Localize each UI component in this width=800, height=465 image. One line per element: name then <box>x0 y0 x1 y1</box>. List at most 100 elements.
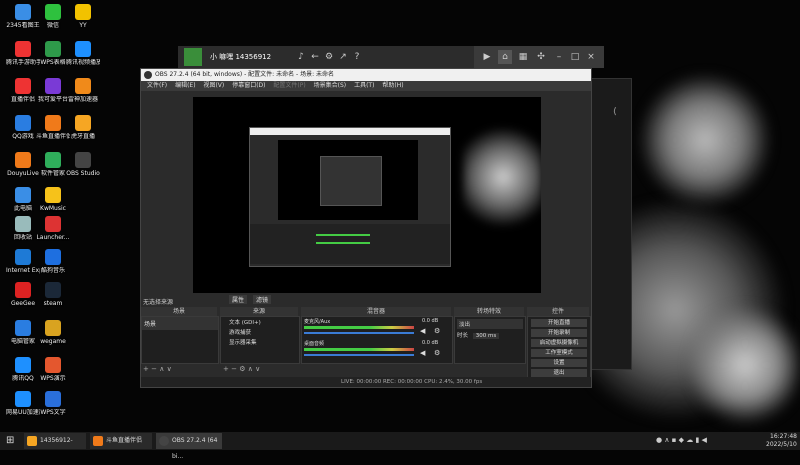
share-icon[interactable]: ↗ <box>336 50 350 64</box>
desktop-icon[interactable]: YY <box>66 4 100 29</box>
avatar[interactable] <box>184 48 202 66</box>
remove-icon[interactable]: − <box>231 365 237 373</box>
desktop-icon[interactable]: 软件管家 <box>36 152 70 177</box>
app-icon <box>15 249 31 265</box>
app-icon <box>45 78 61 94</box>
source-item[interactable]: 游戏捕获 <box>221 327 299 337</box>
desktop-icon[interactable]: 腾讯QQ <box>6 357 40 382</box>
remove-icon[interactable]: − <box>151 365 157 373</box>
menu-scene-collection[interactable]: 场景集合(S) <box>314 82 347 89</box>
taskbar-item[interactable]: 斗鱼直播伴侣 <box>90 433 152 449</box>
desktop-icon[interactable]: Internet Explorer <box>6 249 40 274</box>
desktop-icon[interactable]: 网易UU加速器 <box>6 391 40 416</box>
taskbar-item[interactable]: OBS 27.2.4 (64 bi... <box>156 433 222 460</box>
menu-tools[interactable]: 工具(T) <box>354 82 374 89</box>
menu-edit[interactable]: 编辑(E) <box>175 82 195 89</box>
obs-title: OBS 27.2.4 (64 bit, windows) - 配置文件: 未命名… <box>155 71 335 78</box>
duration-input[interactable]: 300 ms <box>472 333 500 339</box>
desktop-icon[interactable]: 此电脑 <box>6 187 40 212</box>
tray-icons[interactable]: ● ∧ ▪ ◆ ☁ ▮ ◀ <box>656 436 707 444</box>
settings-button[interactable]: 设置 <box>531 359 587 367</box>
sources-panel: 文本 (GDI+) 游戏捕获 显示器采集 <box>220 316 300 364</box>
desktop-icon[interactable]: 腾讯手游助手 <box>6 41 40 66</box>
menu-profile[interactable]: 配置文件(P) <box>273 82 305 89</box>
down-icon[interactable]: ∨ <box>255 365 260 373</box>
desktop-icon[interactable]: OBS Studio <box>66 152 100 177</box>
source-item[interactable]: 显示器采集 <box>221 337 299 347</box>
desktop-icon[interactable]: 雷神加速器 <box>66 78 100 103</box>
speaker-icon[interactable]: ◀ <box>420 349 425 357</box>
scene-item[interactable]: 场景 <box>142 317 218 330</box>
desktop-icon-label: wegame <box>40 338 66 345</box>
gear-icon[interactable]: ⚙ <box>434 349 440 357</box>
restore-icon[interactable]: □ <box>568 50 582 64</box>
menu-docks[interactable]: 停靠窗口(D) <box>232 82 265 89</box>
down-icon[interactable]: ∨ <box>167 365 172 373</box>
studio-mode-button[interactable]: 工作室模式 <box>531 349 587 357</box>
share-icon[interactable]: ⟨ <box>613 107 617 117</box>
add-icon[interactable]: + <box>223 365 229 373</box>
desktop-icon[interactable]: GeeGee <box>6 282 40 307</box>
desktop-icon[interactable]: WPS表格 <box>36 41 70 66</box>
home-icon[interactable]: ⌂ <box>498 50 512 64</box>
desktop-icon-label: 我可爱平台 <box>37 96 68 103</box>
start-streaming-button[interactable]: 开始直播 <box>531 319 587 327</box>
speaker-icon[interactable]: ◀ <box>420 327 425 335</box>
settings-icon[interactable]: ⚙ <box>322 50 336 64</box>
desktop-icon[interactable]: steam <box>36 282 70 307</box>
desktop-icon[interactable]: 斗鱼直播伴侣 <box>36 115 70 140</box>
obs-preview[interactable] <box>193 97 541 293</box>
desktop-icon[interactable]: 直播伴侣 <box>6 78 40 103</box>
up-icon[interactable]: ∧ <box>159 365 164 373</box>
desktop-icon-label: GeeGee <box>10 300 36 307</box>
music-icon[interactable]: ♪ <box>294 50 308 64</box>
gear-icon[interactable]: ⚙ <box>434 327 440 335</box>
properties-button[interactable]: 属性 <box>229 295 248 304</box>
exit-button[interactable]: 退出 <box>531 369 587 377</box>
play-icon[interactable]: ▶ <box>480 50 494 64</box>
clock-date[interactable]: 2022/5/10 <box>766 441 797 448</box>
menu-file[interactable]: 文件(F) <box>147 82 167 89</box>
desktop-icon[interactable]: 虎牙直播 <box>66 115 100 140</box>
desktop-icon[interactable]: 我可爱平台 <box>36 78 70 103</box>
menu-view[interactable]: 视图(V) <box>203 82 224 89</box>
desktop-icon[interactable]: WPS演示 <box>36 357 70 382</box>
desktop-icon-label: YY <box>79 22 87 29</box>
add-icon[interactable]: + <box>143 365 149 373</box>
start-recording-button[interactable]: 开始录制 <box>531 329 587 337</box>
gear-icon[interactable]: ⚙ <box>239 365 245 373</box>
gamepad-icon[interactable]: ✣ <box>534 50 548 64</box>
desktop-icon[interactable]: 电脑管家 <box>6 320 40 345</box>
menu-help[interactable]: 帮助(H) <box>382 82 403 89</box>
desktop-icon[interactable]: 腾讯视频播放 <box>66 41 100 66</box>
minimize-icon[interactable]: – <box>552 50 566 64</box>
source-item[interactable]: 文本 (GDI+) <box>221 317 299 327</box>
desktop-icon[interactable]: 回收站 <box>6 216 40 241</box>
desktop-icon[interactable]: WPS文字 <box>36 391 70 416</box>
desktop-icon[interactable]: 酷狗音乐 <box>36 249 70 274</box>
taskbar-item[interactable]: 14356912- <box>24 433 86 449</box>
filters-button[interactable]: 滤镜 <box>253 295 272 304</box>
desktop-icon[interactable]: QQ游戏 <box>6 115 40 140</box>
volume-slider[interactable] <box>304 354 414 356</box>
app-icon <box>45 152 61 168</box>
clock-time[interactable]: 16:27:48 <box>770 433 797 440</box>
help-icon[interactable]: ? <box>350 50 364 64</box>
up-icon[interactable]: ∧ <box>248 365 253 373</box>
app-icon <box>45 249 61 265</box>
desktop-icon[interactable]: DouyuLive <box>6 152 40 177</box>
grid-icon[interactable]: ▦ <box>516 50 530 64</box>
desktop-icon[interactable]: 2345看图王 <box>6 4 40 29</box>
close-icon[interactable]: × <box>584 50 598 64</box>
desktop-icon[interactable]: 微信 <box>36 4 70 29</box>
desktop-icon[interactable]: Launcher... <box>36 216 70 241</box>
windows-start-icon[interactable]: ⊞ <box>6 435 14 446</box>
volume-slider[interactable] <box>304 332 414 334</box>
back-icon[interactable]: ← <box>308 50 322 64</box>
no-source-label: 无选择来源 <box>143 299 174 306</box>
desktop-icon[interactable]: wegame <box>36 320 70 345</box>
desktop-icon[interactable]: KwMusic <box>36 187 70 212</box>
desktop-icon-label: 软件管家 <box>40 170 65 177</box>
virtual-camera-button[interactable]: 启动虚拟摄像机 <box>531 339 587 347</box>
transition-select[interactable]: 淡出 <box>457 319 523 329</box>
